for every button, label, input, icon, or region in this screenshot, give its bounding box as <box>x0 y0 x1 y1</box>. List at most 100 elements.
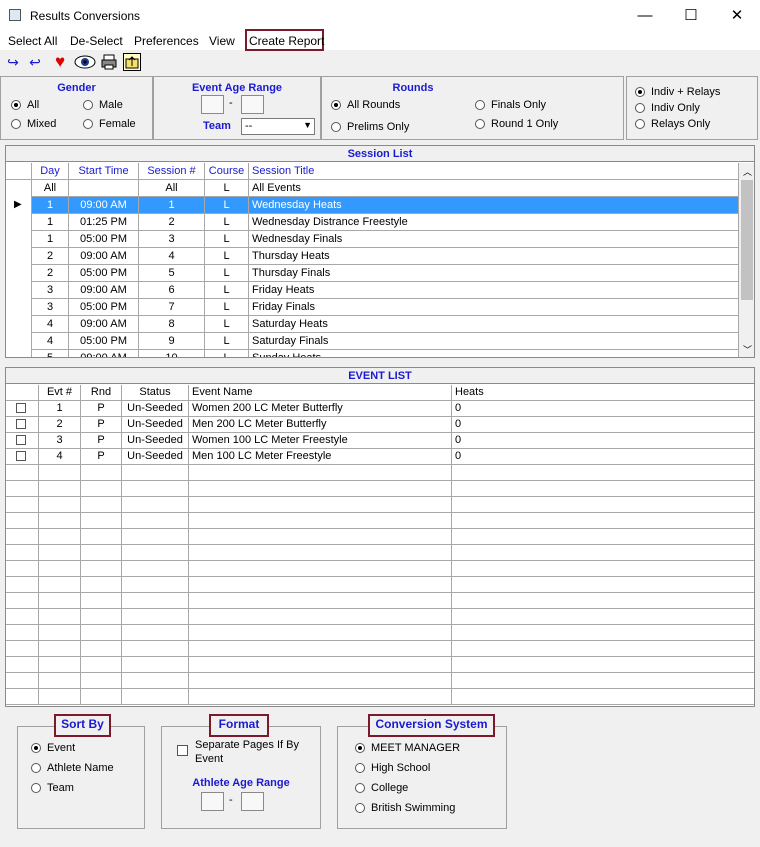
session-row[interactable]: 2 05:00 PM 5 L Thursday Finals <box>6 265 739 282</box>
session-scrollbar[interactable]: ︿ ﹀ <box>739 163 754 357</box>
conv-british-radio[interactable] <box>355 803 365 813</box>
session-row[interactable]: 3 09:00 AM 6 L Friday Heats <box>6 282 739 299</box>
event-row[interactable] <box>6 625 754 641</box>
session-row[interactable]: 2 09:00 AM 4 L Thursday Heats <box>6 248 739 265</box>
event-header-cell[interactable]: Evt # <box>39 385 81 401</box>
separate-pages-checkbox[interactable] <box>177 745 188 756</box>
event-row[interactable] <box>6 689 754 705</box>
menu-view[interactable]: View <box>209 34 235 48</box>
eye-icon[interactable] <box>74 53 96 71</box>
session-cell: 2 <box>139 214 205 231</box>
conv-meet-manager-radio[interactable] <box>355 743 365 753</box>
close-button[interactable]: ✕ <box>714 4 760 28</box>
event-checkbox[interactable] <box>16 435 26 445</box>
session-row[interactable]: 4 09:00 AM 8 L Saturday Heats <box>6 316 739 333</box>
event-row[interactable] <box>6 513 754 529</box>
session-row[interactable]: 3 05:00 PM 7 L Friday Finals <box>6 299 739 316</box>
header-day[interactable]: Day <box>32 163 69 180</box>
gender-female-radio[interactable] <box>83 119 93 129</box>
event-row[interactable] <box>6 465 754 481</box>
event-header-cell[interactable]: Heats <box>452 385 754 401</box>
sort-team-radio[interactable] <box>31 783 41 793</box>
rounds-all-radio[interactable] <box>331 100 341 110</box>
conv-high-school-radio[interactable] <box>355 763 365 773</box>
row-indicator <box>6 214 32 231</box>
row-indicator <box>6 282 32 299</box>
minimize-button[interactable]: — <box>622 4 668 28</box>
type-relays-only-radio[interactable] <box>635 119 645 129</box>
conv-college-radio[interactable] <box>355 783 365 793</box>
session-row[interactable]: 1 01:25 PM 2 L Wednesday Distrance Freestyle <box>6 214 739 231</box>
session-row[interactable]: 5 09:00 AM 10 L Sunday Heats <box>6 350 739 357</box>
event-row[interactable]: 4 P Un-Seeded Men 100 LC Meter Freestyle 0 <box>6 449 754 465</box>
rounds-finals-radio[interactable] <box>475 100 485 110</box>
event-row[interactable] <box>6 593 754 609</box>
session-row[interactable]: 1 05:00 PM 3 L Wednesday Finals <box>6 231 739 248</box>
menu-de-select[interactable]: De-Select <box>70 34 123 48</box>
maximize-button[interactable]: ☐ <box>668 4 714 28</box>
export-icon[interactable] <box>123 53 141 71</box>
print-icon[interactable] <box>100 53 118 71</box>
heart-icon[interactable]: ♥ <box>51 53 69 71</box>
age-dash: - <box>229 97 233 109</box>
gender-all-radio[interactable] <box>11 100 21 110</box>
event-row[interactable] <box>6 545 754 561</box>
event-header-cell[interactable]: Status <box>122 385 189 401</box>
scroll-thumb[interactable] <box>741 180 753 300</box>
menu-create-report[interactable]: Create Report <box>249 34 324 48</box>
team-select[interactable]: -- ▼ <box>241 118 315 135</box>
event-row[interactable] <box>6 609 754 625</box>
age-min-input[interactable] <box>201 95 224 114</box>
gender-mixed-radio[interactable] <box>11 119 21 129</box>
event-header-cell[interactable] <box>6 385 39 401</box>
event-cell: 0 <box>452 417 754 433</box>
rounds-prelims-radio[interactable] <box>331 122 341 132</box>
event-row[interactable] <box>6 481 754 497</box>
sort-event-radio[interactable] <box>31 743 41 753</box>
event-row[interactable] <box>6 641 754 657</box>
empty-cell <box>189 577 452 593</box>
menu-preferences[interactable]: Preferences <box>134 34 199 48</box>
gender-male-label: Male <box>99 99 123 111</box>
event-row[interactable]: 3 P Un-Seeded Women 100 LC Meter Freestyle 0 <box>6 433 754 449</box>
session-row[interactable]: ▶ 1 09:00 AM 1 L Wednesday Heats <box>6 197 739 214</box>
empty-cell <box>81 577 122 593</box>
empty-cell <box>39 577 81 593</box>
athlete-age-max-input[interactable] <box>241 792 264 811</box>
event-row[interactable] <box>6 657 754 673</box>
sort-athlete-radio[interactable] <box>31 763 41 773</box>
scroll-up-icon[interactable]: ︿ <box>743 165 752 178</box>
session-row[interactable]: All All L All Events <box>6 180 739 197</box>
event-row[interactable] <box>6 497 754 513</box>
rounds-round1-radio[interactable] <box>475 119 485 129</box>
conv-meet-manager-label: MEET MANAGER <box>371 742 461 754</box>
event-header-cell[interactable]: Event Name <box>189 385 452 401</box>
header-session-num[interactable]: Session # <box>139 163 205 180</box>
gender-male-radio[interactable] <box>83 100 93 110</box>
type-indiv-relays-radio[interactable] <box>635 87 645 97</box>
event-row[interactable] <box>6 529 754 545</box>
event-row[interactable] <box>6 561 754 577</box>
empty-cell <box>81 561 122 577</box>
event-checkbox[interactable] <box>16 419 26 429</box>
type-indiv-only-radio[interactable] <box>635 103 645 113</box>
event-checkbox[interactable] <box>16 403 26 413</box>
undo-icon[interactable]: ↩ <box>26 53 44 71</box>
header-session-title[interactable]: Session Title <box>249 163 739 180</box>
event-row[interactable]: 2 P Un-Seeded Men 200 LC Meter Butterfly 0 <box>6 417 754 433</box>
scroll-down-icon[interactable]: ﹀ <box>743 343 752 356</box>
empty-cell <box>6 609 39 625</box>
header-start-time[interactable]: Start Time <box>69 163 139 180</box>
session-row[interactable]: 4 05:00 PM 9 L Saturday Finals <box>6 333 739 350</box>
event-cell: 0 <box>452 449 754 465</box>
age-max-input[interactable] <box>241 95 264 114</box>
event-header-cell[interactable]: Rnd <box>81 385 122 401</box>
menu-select-all[interactable]: Select All <box>8 34 57 48</box>
event-checkbox[interactable] <box>16 451 26 461</box>
event-row[interactable] <box>6 673 754 689</box>
event-row[interactable] <box>6 577 754 593</box>
redo-icon[interactable]: ↪ <box>4 53 22 71</box>
athlete-age-min-input[interactable] <box>201 792 224 811</box>
event-row[interactable]: 1 P Un-Seeded Women 200 LC Meter Butterfly 0 <box>6 401 754 417</box>
header-course[interactable]: Course <box>205 163 249 180</box>
